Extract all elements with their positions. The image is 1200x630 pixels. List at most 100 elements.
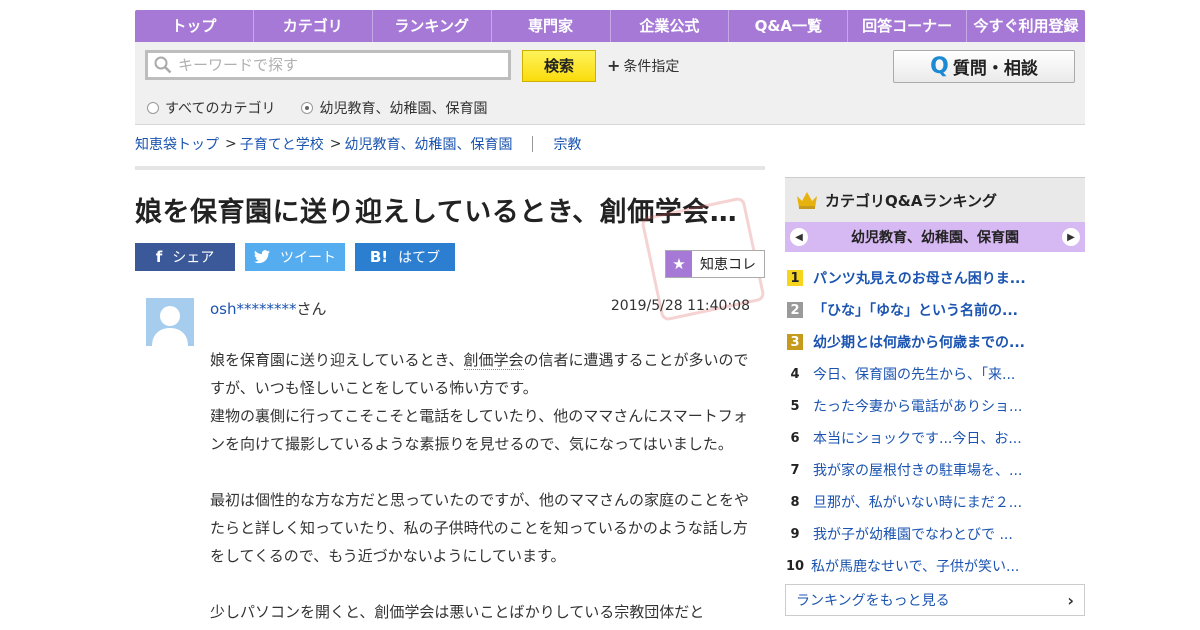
twitter-icon: [254, 250, 270, 264]
rank-title[interactable]: たった今妻から電話がありショ...: [813, 396, 1022, 416]
nav-answer-corner[interactable]: 回答コーナー: [848, 10, 968, 42]
plus-icon: +: [607, 56, 621, 75]
rank-number: 1: [787, 270, 803, 286]
breadcrumb-parenting[interactable]: 子育てと学校: [240, 134, 324, 154]
radio-dot: [147, 102, 159, 114]
ranking-category-bar: ◀ 幼児教育、幼稚園、保育園 ▶: [785, 222, 1085, 252]
rank-title[interactable]: 我が子が幼稚園でなわとびで ...: [813, 524, 1013, 544]
radio-label: 幼児教育、幼稚園、保育園: [319, 101, 488, 117]
crown-icon: [797, 192, 817, 209]
body-paragraph: 建物の裏側に行ってこそこそと電話をしていたり、他のママさんにスマートフォンを向け…: [210, 407, 748, 453]
page: トップ カテゴリ ランキング 専門家 企業公式 Q&A一覧 回答コーナー 今すぐ…: [135, 10, 1085, 621]
avatar[interactable]: [146, 298, 194, 346]
rank-number: 9: [790, 526, 800, 542]
search-icon: [154, 56, 172, 74]
ranking-item[interactable]: 1 パンツ丸見えのお母さん困りま...: [785, 262, 1085, 294]
rank-number: 5: [790, 398, 800, 414]
rank-title[interactable]: 「ひな」「ゆな」という名前の...: [813, 300, 1018, 320]
body-text: 娘を保育園に送り迎えしているとき、: [210, 351, 464, 369]
category-scope: すべてのカテゴリ 幼児教育、幼稚園、保育園: [147, 98, 513, 118]
radio-all-categories[interactable]: すべてのカテゴリ: [147, 98, 275, 118]
radio-current-category[interactable]: 幼児教育、幼稚園、保育園: [301, 98, 487, 118]
questioner-suffix: さん: [296, 300, 327, 318]
search-input[interactable]: [176, 55, 500, 75]
nav-top[interactable]: トップ: [135, 10, 254, 42]
ranking-item[interactable]: 9 我が子が幼稚園でなわとびで ...: [785, 518, 1085, 550]
search-area: 検索 +条件指定 Q 質問・相談 すべてのカテゴリ 幼児教育、幼稚園、保育園: [135, 42, 1085, 125]
ranking-item[interactable]: 7 我が家の屋根付きの駐車場を、...: [785, 454, 1085, 486]
breadcrumb-divider: [532, 136, 534, 152]
ranking-item[interactable]: 5 たった今妻から電話がありショ...: [785, 390, 1085, 422]
search-button[interactable]: 検索: [522, 50, 596, 82]
chiecolle-button[interactable]: ★ 知恵コレ: [665, 250, 765, 278]
facebook-share-label: シェア: [172, 250, 215, 266]
rank-title[interactable]: 本当にショックです...今日、お...: [813, 428, 1022, 448]
hatena-bookmark-button[interactable]: B! はてブ: [355, 243, 455, 271]
conditions-label: 条件指定: [623, 59, 680, 75]
nav-official[interactable]: 企業公式: [611, 10, 730, 42]
nav-register[interactable]: 今すぐ利用登録: [967, 10, 1085, 42]
keyword-link[interactable]: 創価学会: [463, 351, 524, 370]
rank-title[interactable]: 我が家の屋根付きの駐車場を、...: [813, 460, 1022, 480]
breadcrumb-religion[interactable]: 宗教: [553, 134, 581, 154]
facebook-icon: f: [155, 248, 163, 266]
ranking-category: 幼児教育、幼稚園、保育園: [851, 230, 1019, 246]
facebook-share-button[interactable]: f シェア: [135, 243, 235, 271]
body-paragraph: 娘を保育園に送り迎えしているとき、創価学会の信者に遭遇することが多いのですが、い…: [210, 346, 750, 402]
hatena-bookmark-icon: B!: [369, 248, 389, 266]
conditions-link[interactable]: + 条件指定: [607, 56, 679, 76]
more-ranking-link[interactable]: ランキングをもっと見る ›: [785, 584, 1085, 616]
rank-number: 2: [787, 302, 803, 318]
star-icon: ★: [666, 251, 692, 277]
ranking-item[interactable]: 2 「ひな」「ゆな」という名前の...: [785, 294, 1085, 326]
rank-title[interactable]: 今日、保育園の先生から、「来...: [813, 364, 1015, 384]
rank-number: 4: [790, 366, 800, 382]
more-ranking-label: ランキングをもっと見る: [796, 593, 950, 609]
nav-category[interactable]: カテゴリ: [254, 10, 373, 42]
q-icon: Q: [930, 54, 949, 79]
post-date: 2019/5/28 11:40:08: [610, 298, 750, 314]
nav-experts[interactable]: 専門家: [492, 10, 611, 42]
rank-title[interactable]: 幼少期とは何歳から何歳までの...: [813, 332, 1025, 352]
rank-title[interactable]: パンツ丸見えのお母さん困りま...: [813, 268, 1026, 288]
body-paragraph: 最初は個性的な方な方だと思っていたのですが、他のママさんの家庭のことをやたらと詳…: [210, 491, 749, 565]
rank-number: 6: [790, 430, 800, 446]
radio-dot-selected: [301, 102, 314, 114]
ranking-sidebar: カテゴリQ&Aランキング ◀ 幼児教育、幼稚園、保育園 ▶ 1 パンツ丸見えのお…: [785, 177, 1085, 616]
breadcrumb-separator: >: [225, 136, 237, 152]
search-box[interactable]: [145, 50, 511, 80]
ask-question-label: 質問・相談: [952, 59, 1038, 79]
ranking-item[interactable]: 10 私が馬鹿なせいで、子供が笑い...: [785, 550, 1085, 582]
breadcrumb-separator: >: [329, 136, 342, 152]
body-paragraph: 少しパソコンを開くと、創価学会は悪いことばかりしている宗教団体だと: [210, 603, 705, 621]
hatena-bookmark-label: はてブ: [398, 250, 441, 266]
ranking-item[interactable]: 6 本当にショックです...今日、お...: [785, 422, 1085, 454]
nav-qa-list[interactable]: Q&A一覧: [729, 10, 849, 42]
rank-number: 7: [790, 462, 800, 478]
ranking-heading: カテゴリQ&Aランキング: [825, 191, 997, 210]
questioner-name[interactable]: osh********: [210, 300, 297, 318]
twitter-share-button[interactable]: ツイート: [245, 243, 345, 271]
question-body: 娘を保育園に送り迎えしているとき、創価学会の信者に遭遇することが多いのですが、い…: [210, 346, 750, 626]
rank-number: 8: [790, 494, 800, 510]
ranking-item[interactable]: 3 幼少期とは何歳から何歳までの...: [785, 326, 1085, 358]
rank-number: 3: [787, 334, 803, 350]
ranking-item[interactable]: 8 旦那が、私がいない時にまだ２...: [785, 486, 1085, 518]
question-main: 娘を保育園に送り迎えしているとき、創価学会… f シェア ツイート B! はてブ…: [135, 166, 766, 621]
nav-ranking[interactable]: ランキング: [373, 10, 492, 42]
top-nav: トップ カテゴリ ランキング 専門家 企業公式 Q&A一覧 回答コーナー 今すぐ…: [135, 10, 1085, 42]
breadcrumb-top[interactable]: 知恵袋トップ: [135, 134, 219, 154]
next-category-button[interactable]: ▶: [1062, 228, 1080, 246]
twitter-share-label: ツイート: [280, 250, 336, 266]
breadcrumb-category[interactable]: 幼児教育、幼稚園、保育園: [344, 134, 512, 154]
rank-title[interactable]: 旦那が、私がいない時にまだ２...: [813, 492, 1022, 512]
prev-category-button[interactable]: ◀: [790, 228, 808, 246]
ask-question-button[interactable]: Q 質問・相談: [893, 50, 1075, 83]
ranking-list: 1 パンツ丸見えのお母さん困りま... 2 「ひな」「ゆな」という名前の... …: [785, 262, 1085, 582]
divider: [135, 166, 765, 170]
ranking-item[interactable]: 4 今日、保育園の先生から、「来...: [785, 358, 1085, 390]
ranking-header: カテゴリQ&Aランキング: [785, 177, 1085, 222]
rank-title[interactable]: 私が馬鹿なせいで、子供が笑い...: [811, 556, 1019, 576]
